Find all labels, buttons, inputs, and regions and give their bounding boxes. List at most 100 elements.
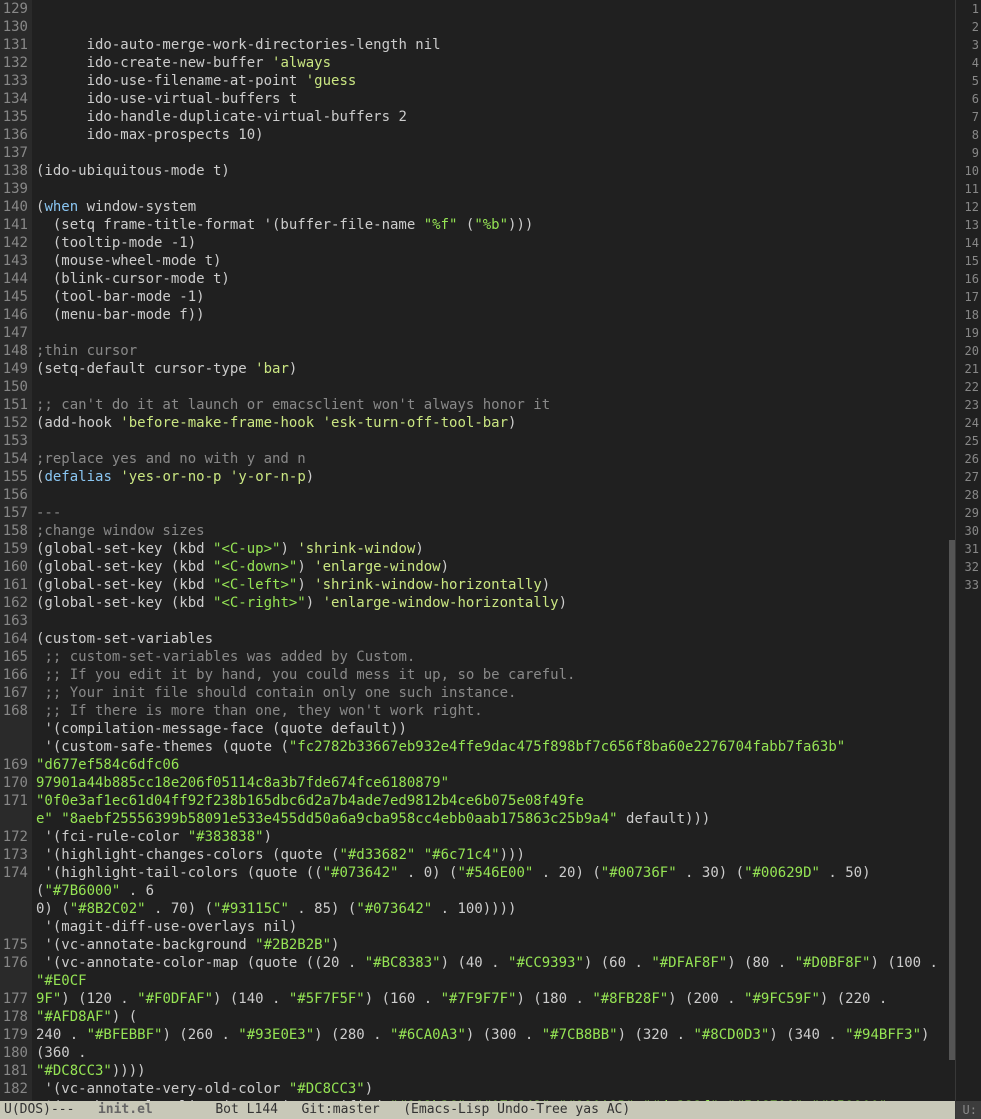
- code-line[interactable]: [32, 432, 955, 450]
- code-line[interactable]: '(vc-annotate-background "#2B2B2B"): [32, 936, 955, 954]
- right-line-number: 25: [956, 432, 979, 450]
- right-line-number: 3: [956, 36, 979, 54]
- code-line[interactable]: ↪"#DC8CC3")))): [32, 1062, 955, 1080]
- right-line-number: 20: [956, 342, 979, 360]
- line-number: 160: [0, 558, 28, 576]
- line-number: [0, 900, 28, 918]
- line-number: 159: [0, 540, 28, 558]
- code-line[interactable]: [32, 144, 955, 162]
- right-line-number: 23: [956, 396, 979, 414]
- code-line[interactable]: [32, 486, 955, 504]
- main-editor-pane: 1291301311321331341351361371381391401411…: [0, 0, 955, 1119]
- code-line[interactable]: '(vc-annotate-color-map (quote ((20 . "#…: [32, 954, 955, 990]
- right-line-number: 31: [956, 540, 979, 558]
- right-line-number: 9: [956, 144, 979, 162]
- line-number: 165: [0, 648, 28, 666]
- scrollbar-thumb[interactable]: [949, 540, 955, 1060]
- line-number: 181: [0, 1062, 28, 1080]
- code-line[interactable]: ;thin cursor: [32, 342, 955, 360]
- code-line[interactable]: (blink-cursor-mode t): [32, 270, 955, 288]
- code-line[interactable]: ---: [32, 504, 955, 522]
- code-line[interactable]: (setq-default cursor-type 'bar): [32, 360, 955, 378]
- right-line-number: 29: [956, 504, 979, 522]
- modeline-right-coding: U:: [963, 1103, 977, 1117]
- line-number: 175: [0, 936, 28, 954]
- code-line[interactable]: ;replace yes and no with y and n: [32, 450, 955, 468]
- code-line[interactable]: ido-max-prospects 10): [32, 126, 955, 144]
- code-line[interactable]: (add-hook 'before-make-frame-hook 'esk-t…: [32, 414, 955, 432]
- code-line[interactable]: ;; If there is more than one, they won't…: [32, 702, 955, 720]
- line-number: 174: [0, 864, 28, 882]
- modeline-vc: Git:master: [301, 1102, 379, 1117]
- code-line[interactable]: ↪240 . "#BFEBBF") (260 . "#93E0E3") (280…: [32, 1026, 955, 1062]
- code-line[interactable]: (tooltip-mode -1): [32, 234, 955, 252]
- right-line-number: 16: [956, 270, 979, 288]
- code-line[interactable]: ;; If you edit it by hand, you could mes…: [32, 666, 955, 684]
- code-line[interactable]: '(highlight-tail-colors (quote (("#07364…: [32, 864, 955, 900]
- code-line[interactable]: (global-set-key (kbd "<C-up>") 'shrink-w…: [32, 540, 955, 558]
- line-number: 135: [0, 108, 28, 126]
- line-number: 182: [0, 1080, 28, 1098]
- code-line[interactable]: (global-set-key (kbd "<C-down>") 'enlarg…: [32, 558, 955, 576]
- editor-area[interactable]: 1291301311321331341351361371381391401411…: [0, 0, 955, 1101]
- code-line[interactable]: ↪97901a44b885cc18e206f05114c8a3b7fde674f…: [32, 774, 955, 810]
- code-line[interactable]: [32, 612, 955, 630]
- code-line[interactable]: '(weechat-color-list (quote (unspecified…: [32, 1098, 955, 1101]
- code-line[interactable]: '(fci-rule-color "#383838"): [32, 828, 955, 846]
- line-number: 178: [0, 1008, 28, 1026]
- code-line[interactable]: (global-set-key (kbd "<C-left>") 'shrink…: [32, 576, 955, 594]
- code-line[interactable]: (menu-bar-mode f)): [32, 306, 955, 324]
- right-line-number: 33: [956, 576, 979, 594]
- code-line[interactable]: (ido-ubiquitous-mode t): [32, 162, 955, 180]
- line-number: 130: [0, 18, 28, 36]
- code-line[interactable]: '(vc-annotate-very-old-color "#DC8CC3"): [32, 1080, 955, 1098]
- code-line[interactable]: (custom-set-variables: [32, 630, 955, 648]
- line-number: [0, 972, 28, 990]
- code-line[interactable]: (setq frame-title-format '(buffer-file-n…: [32, 216, 955, 234]
- modeline[interactable]: U(DOS)--- init.el Bot L144 Git:master (E…: [0, 1101, 955, 1119]
- modeline-filename: init.el: [98, 1102, 153, 1117]
- right-line-number: 11: [956, 180, 979, 198]
- code-line[interactable]: (mouse-wheel-mode t): [32, 252, 955, 270]
- right-line-number: 13: [956, 216, 979, 234]
- line-number: 143: [0, 252, 28, 270]
- modeline-modes: (Emacs-Lisp Undo-Tree yas AC): [403, 1102, 630, 1117]
- right-line-number: 19: [956, 324, 979, 342]
- line-number: 180: [0, 1044, 28, 1062]
- code-line[interactable]: '(custom-safe-themes (quote ("fc2782b336…: [32, 738, 955, 774]
- code-line[interactable]: (global-set-key (kbd "<C-right>") 'enlar…: [32, 594, 955, 612]
- right-line-number: 5: [956, 72, 979, 90]
- code-line[interactable]: ;; custom-set-variables was added by Cus…: [32, 648, 955, 666]
- right-line-number: 26: [956, 450, 979, 468]
- code-line[interactable]: ido-create-new-buffer 'always: [32, 54, 955, 72]
- code-line[interactable]: '(compilation-message-face (quote defaul…: [32, 720, 955, 738]
- line-number: 141: [0, 216, 28, 234]
- code-line[interactable]: (when window-system: [32, 198, 955, 216]
- line-number-gutter: 1291301311321331341351361371381391401411…: [0, 0, 32, 1101]
- code-line[interactable]: ↪e" "8aebf25556399b58091e533e455dd50a6a9…: [32, 810, 955, 828]
- code-line[interactable]: [32, 378, 955, 396]
- code-content[interactable]: ido-auto-merge-work-directories-length n…: [32, 0, 955, 1101]
- code-line[interactable]: ido-auto-merge-work-directories-length n…: [32, 36, 955, 54]
- right-line-number: 27: [956, 468, 979, 486]
- code-line[interactable]: ↪0) ("#8B2C02" . 70) ("#93115C" . 85) ("…: [32, 900, 955, 918]
- code-line[interactable]: '(highlight-changes-colors (quote ("#d33…: [32, 846, 955, 864]
- code-line[interactable]: [32, 324, 955, 342]
- line-number: 142: [0, 234, 28, 252]
- code-line[interactable]: ;change window sizes: [32, 522, 955, 540]
- line-number: [0, 918, 28, 936]
- line-number: 177: [0, 990, 28, 1008]
- code-line[interactable]: (defalias 'yes-or-no-p 'y-or-n-p): [32, 468, 955, 486]
- code-line[interactable]: ido-use-virtual-buffers t: [32, 90, 955, 108]
- code-line[interactable]: ↪9F") (120 . "#F0DFAF") (140 . "#5F7F5F"…: [32, 990, 955, 1026]
- code-line[interactable]: ido-handle-duplicate-virtual-buffers 2: [32, 108, 955, 126]
- code-line[interactable]: ;; Your init file should contain only on…: [32, 684, 955, 702]
- line-number: 166: [0, 666, 28, 684]
- line-number: 132: [0, 54, 28, 72]
- code-line[interactable]: (tool-bar-mode -1): [32, 288, 955, 306]
- code-line[interactable]: '(magit-diff-use-overlays nil): [32, 918, 955, 936]
- code-line[interactable]: [32, 180, 955, 198]
- code-line[interactable]: ;; can't do it at launch or emacsclient …: [32, 396, 955, 414]
- right-line-number: 1: [956, 0, 979, 18]
- code-line[interactable]: ido-use-filename-at-point 'guess: [32, 72, 955, 90]
